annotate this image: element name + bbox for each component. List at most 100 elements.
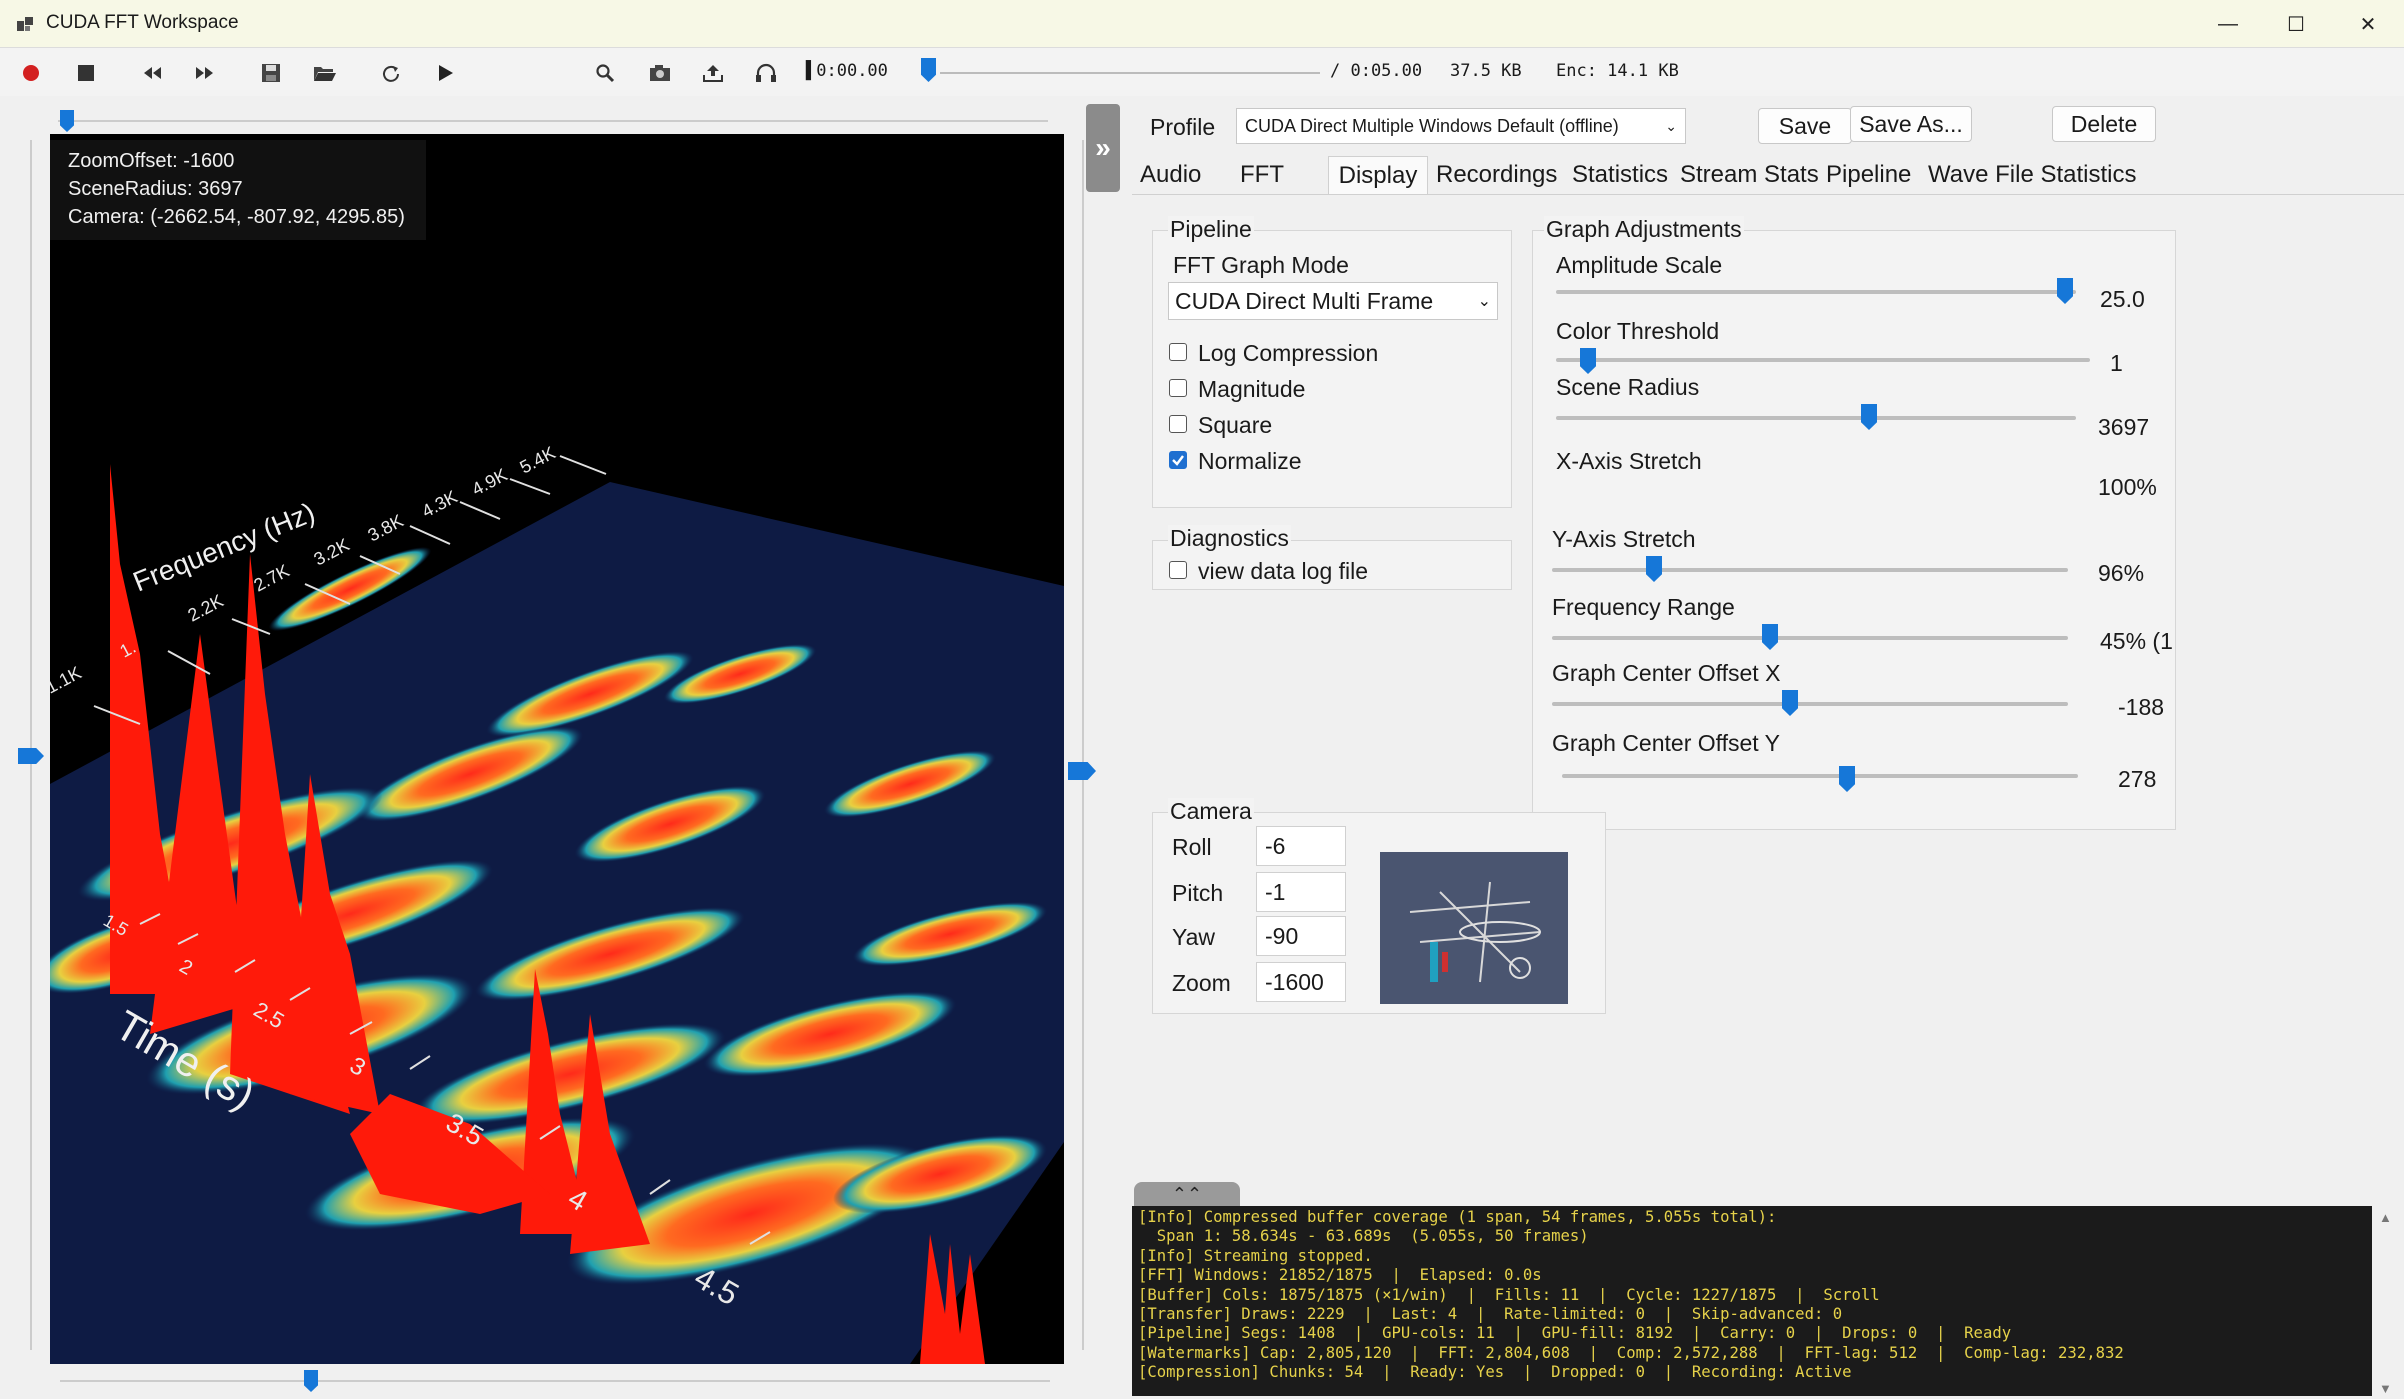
vertical-scroll-right-track xyxy=(1082,140,1084,1350)
diagnostics-title: Diagnostics xyxy=(1168,525,1291,552)
tab-wave-file-statistics[interactable]: Wave File Statistics xyxy=(1924,156,2141,194)
freq-tick: 3.2K xyxy=(310,534,352,569)
record-icon xyxy=(23,65,39,81)
zoom-label: Zoom xyxy=(1172,970,1231,996)
color-threshold-value: 1 xyxy=(2110,350,2123,376)
log-compression-checkbox[interactable] xyxy=(1169,343,1187,361)
fft-graph-mode-value: CUDA Direct Multi Frame xyxy=(1175,287,1434,314)
scroll-down-icon[interactable]: ▼ xyxy=(2379,1381,2392,1396)
scene-radius-text: SceneRadius: 3697 xyxy=(68,178,243,200)
tab-stream-stats[interactable]: Stream Stats xyxy=(1676,156,1823,194)
zoom-input[interactable]: -1600 xyxy=(1256,962,1346,1002)
log-scrollbar[interactable]: ▲ ▼ xyxy=(2376,1206,2396,1396)
tab-audio[interactable]: Audio xyxy=(1136,156,1205,194)
normalize-label: Normalize xyxy=(1198,448,1302,474)
play-button[interactable] xyxy=(430,58,460,88)
scene-radius-label: Scene Radius xyxy=(1556,374,1700,400)
monitor-audio-button[interactable] xyxy=(751,58,781,88)
vertical-scroll-right[interactable] xyxy=(1068,762,1096,780)
log-line: [Compression] Chunks: 54 | Ready: Yes | … xyxy=(1138,1363,1852,1382)
save-file-button[interactable] xyxy=(256,58,286,88)
upload-icon xyxy=(703,65,723,82)
collapse-panel-button[interactable]: » xyxy=(1086,104,1120,192)
scene-radius-value: 3697 xyxy=(2098,414,2150,440)
horizontal-scroll-bottom[interactable] xyxy=(304,1370,318,1392)
fft-graph-mode-label: FFT Graph Mode xyxy=(1173,252,1349,278)
log-line: [Info] Compressed buffer coverage (1 spa… xyxy=(1138,1208,1777,1226)
export-button[interactable] xyxy=(698,58,728,88)
y-axis-stretch-label: Y-Axis Stretch xyxy=(1552,526,1696,552)
log-line: [Pipeline] Segs: 1408 | GPU-cols: 11 | G… xyxy=(1138,1324,2012,1343)
camera-position-text: Camera: (-2662.54, -807.92, 4295.85) xyxy=(68,206,405,228)
fft-graph-mode-select[interactable]: CUDA Direct Multi Frame ⌄ xyxy=(1168,282,1498,320)
y-axis-stretch-track xyxy=(1552,568,2068,572)
log-line: [Info] Streaming stopped. xyxy=(1138,1246,1373,1265)
graph-center-offset-y-value: 278 xyxy=(2118,766,2157,792)
profile-select[interactable]: CUDA Direct Multiple Windows Default (of… xyxy=(1236,108,1686,144)
vertical-scroll-left-track xyxy=(30,140,32,1350)
freq-tick: 3.8K xyxy=(364,510,406,545)
zoom-button[interactable] xyxy=(590,58,620,88)
pipeline-title: Pipeline xyxy=(1168,216,1254,243)
minimize-icon[interactable]: — xyxy=(2194,0,2262,48)
magnitude-label: Magnitude xyxy=(1198,376,1306,402)
rewind-button[interactable] xyxy=(137,58,167,88)
tab-display[interactable]: Display xyxy=(1328,156,1428,194)
delete-button[interactable]: Delete xyxy=(2052,106,2156,142)
snapshot-button[interactable] xyxy=(645,58,675,88)
window-title: CUDA FFT Workspace xyxy=(46,12,239,33)
fast-forward-button[interactable] xyxy=(190,58,220,88)
tab-strip-border xyxy=(1132,194,2404,195)
save-button[interactable]: Save xyxy=(1758,108,1852,144)
profile-label: Profile xyxy=(1150,114,1216,140)
stop-button[interactable] xyxy=(71,58,101,88)
fast-forward-icon xyxy=(196,67,213,79)
tab-recordings[interactable]: Recordings xyxy=(1432,156,1561,194)
pitch-input[interactable]: -1 xyxy=(1256,872,1346,912)
magnitude-checkbox[interactable] xyxy=(1169,379,1187,397)
yaw-input[interactable]: -90 xyxy=(1256,916,1346,956)
freq-tick: 5.4K xyxy=(516,442,558,477)
frequency-axis-title: Frequency (Hz) xyxy=(129,497,320,598)
yaw-label: Yaw xyxy=(1172,924,1216,950)
freq-tick: 1.1K xyxy=(50,662,85,697)
horizontal-scroll-top-track xyxy=(58,120,1048,122)
fft-3d-view[interactable]: Frequency (Hz) Time (s) 1.1K 1. 2.2K 2.7… xyxy=(50,134,1064,1364)
freq-tick: 4.9K xyxy=(468,464,510,499)
open-folder-button[interactable] xyxy=(310,58,340,88)
rewind-icon xyxy=(144,67,161,79)
tab-pipeline[interactable]: Pipeline xyxy=(1822,156,1915,194)
camera-icon xyxy=(650,65,670,81)
freq-tick: 4.3K xyxy=(418,486,460,521)
log-line: [Watermarks] Cap: 2,805,120 | FFT: 2,804… xyxy=(1138,1343,2124,1362)
title-bar: CUDA FFT Workspace — ☐ ✕ xyxy=(0,0,2404,48)
close-icon[interactable]: ✕ xyxy=(2334,0,2402,48)
stop-icon xyxy=(78,65,94,81)
graph-center-offset-x-value: -188 xyxy=(2118,694,2165,720)
roll-input[interactable]: -6 xyxy=(1256,826,1346,866)
vertical-scroll-left[interactable] xyxy=(18,748,44,764)
square-checkbox[interactable] xyxy=(1169,415,1187,433)
graph-center-offset-y-label: Graph Center Offset Y xyxy=(1552,730,1780,756)
x-axis-stretch-label: X-Axis Stretch xyxy=(1556,448,1702,474)
color-threshold-track xyxy=(1556,358,2090,362)
expand-log-button[interactable]: ⌃⌃ xyxy=(1134,1182,1240,1206)
checkmark-icon xyxy=(1172,455,1184,466)
scroll-up-icon[interactable]: ▲ xyxy=(2379,1210,2392,1225)
tab-statistics[interactable]: Statistics xyxy=(1568,156,1672,194)
graph-adjustments-title: Graph Adjustments xyxy=(1544,216,1744,243)
amplitude-scale-label: Amplitude Scale xyxy=(1556,252,1723,278)
tab-fft[interactable]: FFT xyxy=(1236,156,1288,194)
view-data-log-checkbox[interactable] xyxy=(1169,561,1187,579)
play-icon xyxy=(439,65,453,81)
frequency-range-value: 45% (1 xyxy=(2100,628,2173,654)
save-as-button[interactable]: Save As... xyxy=(1850,106,1972,142)
record-button[interactable] xyxy=(16,58,46,88)
maximize-icon[interactable]: ☐ xyxy=(2262,0,2330,48)
y-axis-stretch-value: 96% xyxy=(2098,560,2145,586)
horizontal-scroll-top[interactable] xyxy=(60,110,74,132)
amplitude-scale-track xyxy=(1556,290,2076,294)
time-total: / 0:05.00 xyxy=(1330,61,1423,81)
normalize-checkbox[interactable] xyxy=(1169,451,1187,469)
refresh-button[interactable] xyxy=(376,58,406,88)
